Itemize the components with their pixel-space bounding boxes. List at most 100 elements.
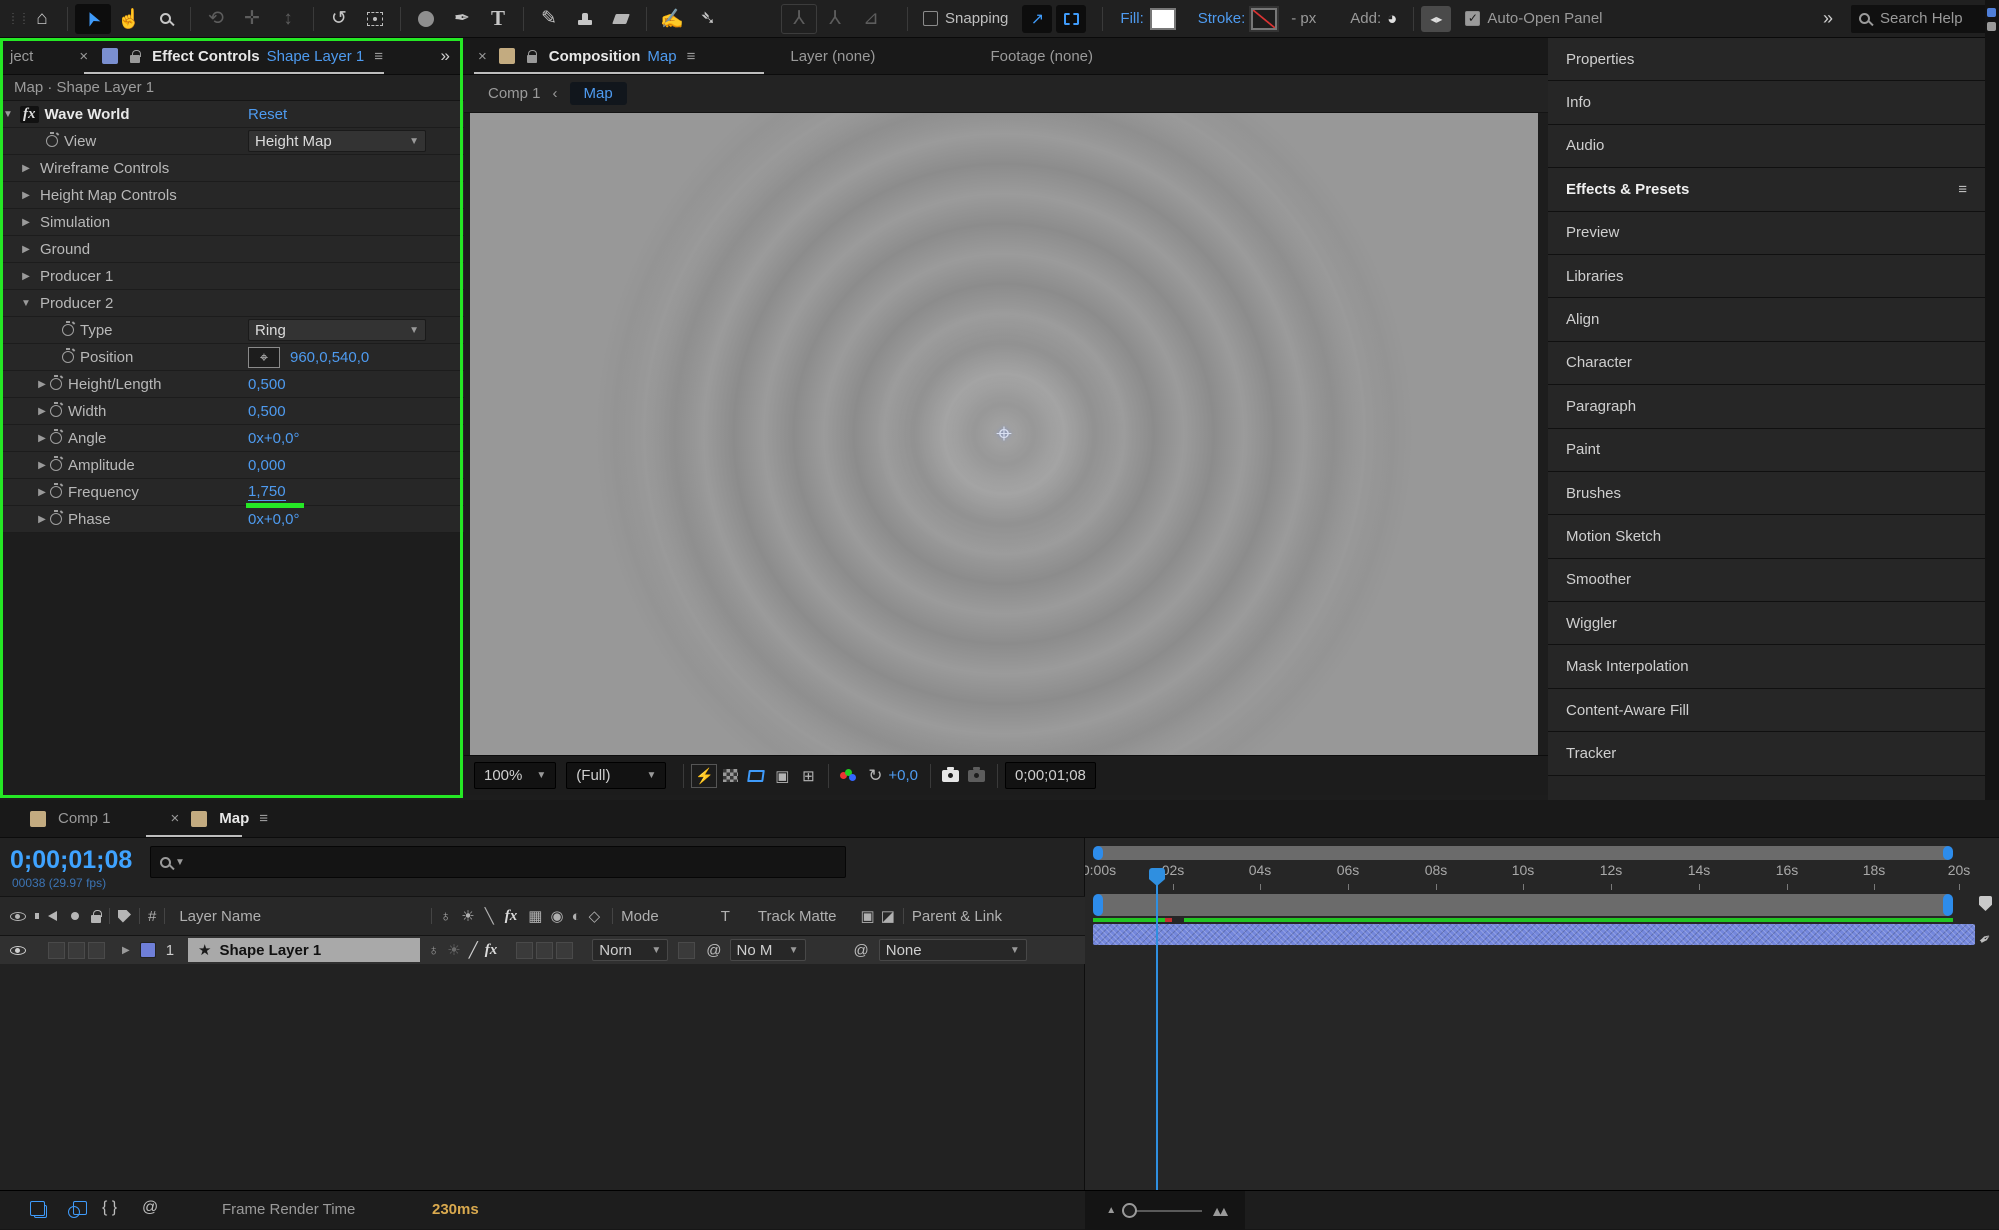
snap-bounds-icon[interactable] [1056,5,1086,33]
sidebar-item-tracker[interactable]: Tracker [1548,732,1985,775]
panel-menu-icon[interactable]: ≡ [1958,181,1967,198]
sidebar-item-brushes[interactable]: Brushes [1548,472,1985,515]
rotation-tool-icon[interactable]: ↺ [321,4,357,34]
project-tab-truncated[interactable]: ject [10,48,33,65]
fx-icon[interactable]: fx [482,942,501,959]
workspace-chip-icon[interactable] [1987,8,1996,17]
layer-panel-tab[interactable]: Layer (none) [790,48,875,65]
region-of-interest-icon[interactable] [743,764,769,788]
exposure-value[interactable]: +0,0 [888,767,918,784]
collapse-icon[interactable]: ☀ [461,907,474,925]
sidebar-item-motion-sketch[interactable]: Motion Sketch [1548,515,1985,558]
panel-toggle-icon[interactable]: ◂▸ [1421,6,1451,32]
view-dropdown[interactable]: Height Map▼ [248,130,426,152]
exposure-reset-icon[interactable]: ↻ [862,764,888,788]
label-tag-icon[interactable] [118,910,131,923]
motion-blur-icon[interactable]: ◉ [550,907,563,925]
zoom-in-mountains-icon[interactable]: ▲▲ [1210,1203,1224,1219]
chevron-right-icon[interactable]: ▶ [122,945,130,956]
lock-icon[interactable] [130,55,140,63]
local-axis-icon[interactable]: ⅄ [781,4,817,34]
home-icon[interactable]: ⌂ [24,4,60,34]
brush-tool-icon[interactable]: ✎ [531,4,567,34]
column-t[interactable]: T [721,908,730,925]
property-row-phase[interactable]: ▶ Phase 0x+0,0° [0,506,464,533]
sidebar-item-smoother[interactable]: Smoother [1548,559,1985,602]
close-icon[interactable]: × [478,48,487,65]
layer-color-chip[interactable] [140,942,156,958]
group-row-ground[interactable]: ▶ Ground [0,236,464,263]
property-row-angle[interactable]: ▶ Angle 0x+0,0° [0,425,464,452]
quality-icon[interactable]: ╱ [469,941,478,959]
audio-toggle-cell[interactable] [48,942,65,959]
snapshot-camera-icon[interactable] [938,764,964,788]
track-matte-pickwhip-icon[interactable]: @ [706,942,721,959]
property-row-width[interactable]: ▶ Width 0,500 [0,398,464,425]
stroke-width-value[interactable]: - px [1291,10,1316,27]
pen-tool-icon[interactable]: ✒ [444,4,480,34]
chevron-right-icon[interactable]: ▶ [34,487,50,498]
timeline-horizontal-scrollbar[interactable] [1093,846,1953,860]
property-value[interactable]: 0x+0,0° [248,511,299,528]
sidebar-item-mask-interpolation[interactable]: Mask Interpolation [1548,645,1985,688]
column-mode[interactable]: Mode [621,908,659,925]
chevron-right-icon[interactable]: ▶ [18,190,34,201]
sidebar-item-paragraph[interactable]: Paragraph [1548,385,1985,428]
chevron-down-icon[interactable]: ▼ [0,109,16,120]
sidebar-item-paint[interactable]: Paint [1548,429,1985,472]
search-help-box[interactable]: Search Help [1851,5,1991,33]
shy-icon[interactable]: ♁ [428,942,439,959]
stroke-label[interactable]: Stroke: [1198,10,1246,27]
panel-overflow-chevron[interactable]: » [441,46,450,66]
position-crosshair-button[interactable]: ⌖ [248,347,280,368]
effect-controls-tab-target[interactable]: Shape Layer 1 [267,48,365,65]
puppet-pin-tool-icon[interactable]: ➴ [690,4,726,34]
quality-icon[interactable]: ╲ [485,907,494,925]
frame-blend-icon[interactable]: ▦ [528,907,542,925]
breadcrumb-root[interactable]: Comp 1 [488,85,541,102]
switch-cell[interactable] [556,942,573,959]
selection-tool-icon[interactable]: ➤ [75,4,111,34]
stopwatch-icon[interactable] [50,378,62,390]
stopwatch-icon[interactable] [62,324,74,336]
lock-icon[interactable] [527,55,537,63]
chevron-right-icon[interactable]: ▶ [18,163,34,174]
adjustment-layer-icon[interactable]: ◐ [572,908,581,925]
toolbar-overflow-chevron[interactable]: » [1823,8,1833,29]
chevron-right-icon[interactable]: ▶ [34,379,50,390]
sidebar-item-wiggler[interactable]: Wiggler [1548,602,1985,645]
grid-guides-icon[interactable]: ⊞ [795,764,821,788]
view-axis-icon[interactable]: ⊿ [853,4,889,34]
position-value[interactable]: 960,0,540,0 [290,349,369,366]
breadcrumb-current[interactable]: Map [570,82,627,105]
chevron-right-icon[interactable]: ▶ [34,460,50,471]
sidebar-item-properties[interactable]: Properties [1548,38,1985,81]
playhead-line[interactable] [1156,878,1158,1190]
ink-bottle-icon[interactable]: ✒ [1975,928,1996,950]
timeline-zoom-slider[interactable]: ▲ ▲▲ [1085,1191,1245,1230]
pan-camera-icon[interactable]: ✛ [234,4,270,34]
sidebar-item-effects-presets[interactable]: Effects & Presets≡ [1548,168,1985,211]
preserve-transparency-icon[interactable]: ▣ [861,907,875,925]
property-row-height-length[interactable]: ▶ Height/Length 0,500 [0,371,464,398]
magnification-dropdown[interactable]: 100%▼ [474,762,556,789]
fast-previews-icon[interactable]: ⚡ [691,764,717,788]
timeline-search-input[interactable]: ▼ [150,846,846,878]
matte-icon[interactable]: ◪ [881,907,895,925]
collapse-icon[interactable]: ☀ [447,941,460,959]
stopwatch-icon[interactable] [50,432,62,444]
sidebar-item-content-aware-fill[interactable]: Content-Aware Fill [1548,689,1985,732]
track-matte-dropdown[interactable]: No M▼ [730,939,806,961]
sidebar-item-audio[interactable]: Audio [1548,125,1985,168]
composition-viewport[interactable]: ⌖ [470,113,1538,755]
composition-tab-title[interactable]: Composition [549,48,641,65]
switch-cell[interactable] [536,942,553,959]
snapping-checkbox[interactable] [923,11,938,26]
resolution-dropdown[interactable]: (Full)▼ [566,762,666,789]
panel-menu-icon[interactable]: ≡ [374,48,383,65]
draft-3d-icon[interactable] [68,1206,80,1218]
layer-row[interactable]: ▶ 1 ★ Shape Layer 1 ♁ ☀ ╱ fx Norn▼ @ No … [0,936,1085,964]
property-row-type[interactable]: Type Ring▼ [0,317,464,344]
sidebar-item-align[interactable]: Align [1548,298,1985,341]
sidebar-item-preview[interactable]: Preview [1548,212,1985,255]
